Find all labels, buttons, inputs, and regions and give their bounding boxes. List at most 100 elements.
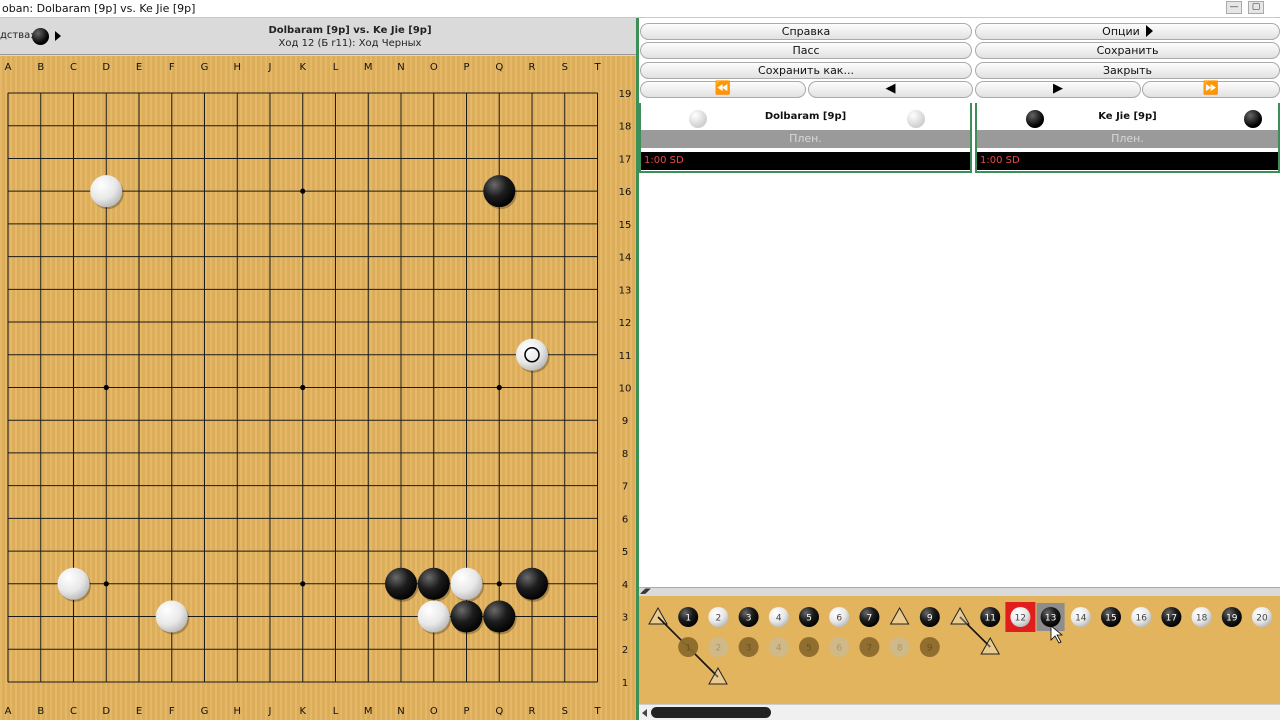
row-label-3: 3 [622, 613, 628, 624]
tree-move-number: 2 [716, 614, 722, 624]
tree-move-number: 11 [984, 614, 995, 624]
column-label-p: P [463, 62, 469, 73]
row-label-6: 6 [622, 514, 628, 525]
tree-move-number: 14 [1075, 614, 1087, 624]
column-label-t: T [593, 62, 601, 73]
save-button[interactable]: Сохранить [975, 42, 1280, 59]
black-stone-q16[interactable] [483, 175, 516, 208]
hoshi-point [300, 384, 306, 391]
tree-splitter[interactable]: ◢◤ [639, 587, 1280, 596]
window-titlebar: oban: Dolbaram [9p] vs. Ke Jie [9p] — ▢ [0, 0, 1280, 18]
close-button[interactable]: Закрыть [975, 62, 1280, 79]
game-title: Dolbaram [9p] vs. Ke Jie [9p] [268, 25, 432, 36]
options-button[interactable]: Опции [975, 23, 1280, 40]
tree-move-number: 5 [806, 614, 812, 624]
first-move-button[interactable]: ⏪ [640, 81, 806, 98]
hoshi-point [103, 384, 109, 391]
save-label: Сохранить [1096, 44, 1159, 57]
move-tree-canvas[interactable]: 1 2 3 4 5 6 7 9 11 12 13 14 15 16 17 18 19 201 2 3 4 5 6 7 8 9 [639, 596, 1280, 704]
player-clock: 1:00 SD [641, 152, 970, 170]
column-label-n: N [397, 62, 404, 73]
window-title: oban: Dolbaram [9p] vs. Ke Jie [9p] [2, 2, 196, 15]
tree-move-number: 13 [1045, 614, 1056, 624]
white-stone-c4[interactable] [57, 567, 90, 600]
tree-move-number: 7 [867, 614, 873, 624]
white-stone-r11[interactable] [516, 338, 548, 371]
column-label-o: O [430, 706, 438, 717]
variation-move-number: 4 [776, 644, 782, 654]
help-button[interactable]: Справка [640, 23, 972, 40]
last-move-button[interactable]: ⏩ [1142, 81, 1280, 98]
move-status: Ход 12 (Б r11): Ход Черных [278, 38, 422, 49]
column-label-k: K [299, 706, 306, 717]
column-label-j: J [268, 62, 272, 73]
column-label-g: G [201, 706, 209, 717]
move-tree[interactable]: 1 2 3 4 5 6 7 9 11 12 13 14 15 16 17 18 19 20 1 2 3 4 5 6 7 8 9 [639, 596, 1280, 704]
close-label: Закрыть [1103, 64, 1152, 77]
root-node-triangle[interactable] [648, 606, 668, 625]
row-label-18: 18 [619, 122, 632, 133]
variation-move-number: 7 [867, 644, 873, 654]
variation-move-number: 6 [836, 644, 842, 654]
tree-move-number: 18 [1196, 614, 1208, 624]
help-label: Справка [781, 25, 831, 38]
scroll-left-icon[interactable] [642, 709, 647, 717]
column-label-m: M [364, 706, 373, 717]
minimize-button[interactable]: — [1226, 1, 1242, 14]
black-stone-p3[interactable] [450, 600, 483, 633]
column-label-s: S [562, 62, 568, 73]
splitter-arrows-icon: ◢◤ [640, 587, 651, 595]
tree-move-number: 16 [1135, 614, 1147, 624]
row-label-1: 1 [622, 678, 628, 689]
variation-move-number: 3 [746, 644, 752, 654]
column-label-e: E [136, 62, 142, 73]
row-label-12: 12 [619, 318, 632, 329]
column-label-h: H [233, 62, 241, 73]
hoshi-point [300, 581, 306, 587]
tree-move-number: 4 [776, 614, 782, 624]
turn-arrow-icon [55, 31, 61, 41]
black-stone-r4[interactable] [516, 567, 548, 600]
tree-node-triangle[interactable] [950, 606, 970, 625]
column-label-r: R [529, 62, 536, 73]
row-label-8: 8 [622, 449, 628, 460]
go-board[interactable]: A A B B C C D D E E F F G G H H J J K K L L M M N N O O P P Q Q R R S S T T 19… [0, 56, 636, 720]
column-label-a: A [5, 706, 12, 717]
black-stone-q3[interactable] [483, 600, 516, 633]
hoshi-point [496, 581, 502, 587]
game-info-bar: дства: Dolbaram [9p] vs. Ke Jie [9p] Ход… [0, 18, 636, 55]
column-label-l: L [333, 62, 339, 73]
prev-move-button[interactable]: ◀ [808, 81, 973, 98]
tree-scrollbar[interactable] [639, 704, 1280, 720]
white-stone-o3[interactable] [417, 600, 450, 633]
column-label-h: H [233, 706, 241, 717]
black-stone-o4[interactable] [417, 567, 450, 600]
scrollbar-thumb[interactable] [651, 707, 771, 718]
variation-move-number: 8 [897, 644, 903, 654]
row-label-17: 17 [619, 154, 632, 165]
pass-button[interactable]: Пасс [640, 42, 972, 59]
black-stone-n4[interactable] [385, 567, 417, 600]
tree-move-number: 3 [746, 614, 752, 624]
row-label-9: 9 [622, 416, 628, 427]
tree-move-number: 19 [1226, 614, 1238, 624]
white-stone-p4[interactable] [450, 567, 483, 600]
board-canvas[interactable]: AABBCCDDEEFFGGHHJJKKLLMMNNOOPPQQRRSSTT19… [0, 56, 636, 720]
save-as-button[interactable]: Сохранить как... [640, 62, 972, 79]
player-name: Dolbaram [9p] [764, 111, 847, 122]
turn-label: дства: [0, 30, 34, 41]
next-move-button[interactable]: ▶ [975, 81, 1141, 98]
maximize-button[interactable]: ▢ [1248, 1, 1264, 14]
column-label-g: G [201, 62, 209, 73]
tree-node-triangle[interactable] [889, 606, 910, 625]
column-label-d: D [102, 706, 110, 717]
tree-move-number: 1 [685, 614, 691, 624]
white-stone-f3[interactable] [155, 600, 188, 633]
save-as-label: Сохранить как... [758, 64, 854, 77]
options-label: Опции [1102, 25, 1140, 38]
options-arrow-icon [1145, 25, 1153, 37]
white-stone-d16[interactable] [90, 175, 123, 208]
tree-move-number: 9 [927, 614, 933, 624]
row-label-16: 16 [619, 187, 632, 198]
column-label-f: F [169, 62, 175, 73]
